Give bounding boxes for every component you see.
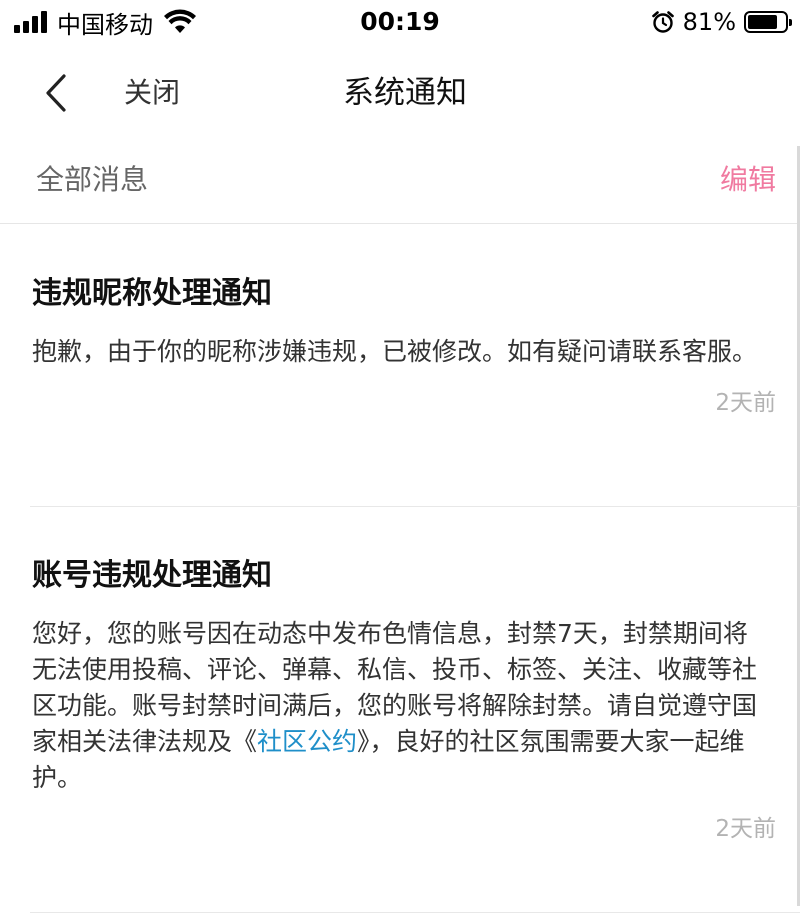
status-right: 81% xyxy=(651,6,792,38)
system-notice-page: 中国移动 00:19 81% 关闭 系统通知 全部消息 编辑 违规昵称处理通知 … xyxy=(0,0,800,923)
section-title: 全部消息 xyxy=(36,163,149,196)
page-title: 系统通知 xyxy=(343,75,467,111)
battery-icon xyxy=(744,11,792,33)
battery-percent: 81% xyxy=(682,8,736,36)
notice-title: 账号违规处理通知 xyxy=(32,558,272,593)
community-rules-link[interactable]: 社区公约 xyxy=(257,727,357,756)
edit-button[interactable]: 编辑 xyxy=(720,160,776,200)
notice-body: 抱歉，由于你的昵称涉嫌违规，已被修改。如有疑问请联系客服。 xyxy=(32,337,758,366)
notice-title: 违规昵称处理通知 xyxy=(32,276,272,311)
divider xyxy=(30,912,800,913)
notice-time: 2天前 xyxy=(715,816,776,842)
battery-fill xyxy=(748,15,778,29)
notice-body: 您好，您的账号因在动态中发布色情信息，封禁7天，封禁期间将无法使用投稿、评论、弹… xyxy=(32,616,772,796)
alarm-icon xyxy=(651,11,674,33)
section-header: 全部消息 编辑 xyxy=(0,140,800,224)
status-bar: 中国移动 00:19 81% xyxy=(0,0,800,44)
divider xyxy=(30,506,800,507)
notice-time: 2天前 xyxy=(715,390,776,416)
notice-item[interactable]: 账号违规处理通知 您好，您的账号因在动态中发布色情信息，封禁7天，封禁期间将无法… xyxy=(30,556,782,844)
nav-bar: 关闭 系统通知 xyxy=(0,48,800,138)
notice-item[interactable]: 违规昵称处理通知 抱歉，由于你的昵称涉嫌违规，已被修改。如有疑问请联系客服。 2… xyxy=(30,274,782,418)
